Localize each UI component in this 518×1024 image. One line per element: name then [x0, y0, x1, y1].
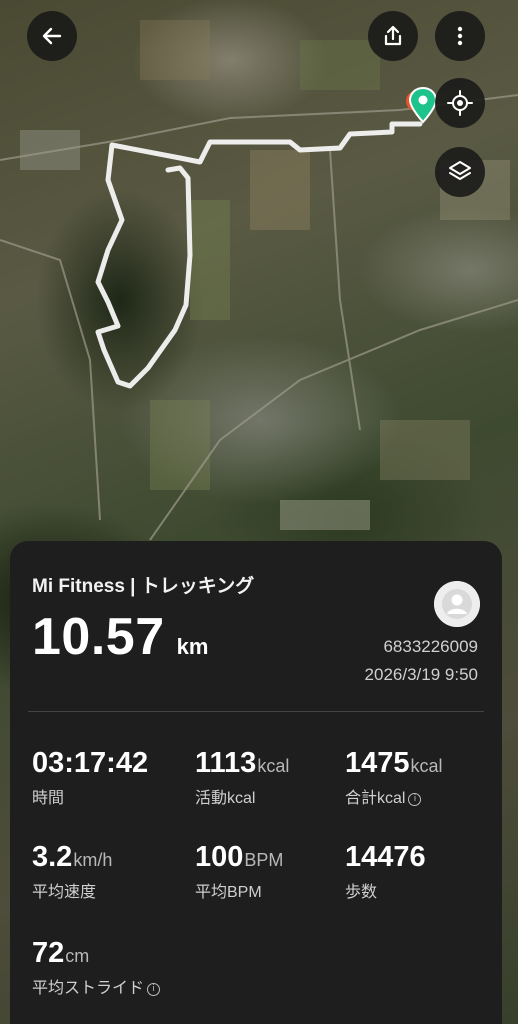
- share-icon: [384, 25, 402, 46]
- distance: 10.57 km: [32, 607, 208, 667]
- arrow-left-icon: [42, 27, 62, 45]
- layers-icon: [449, 161, 471, 180]
- stat-avg-stride: 72cm 平均ストライド i: [32, 937, 161, 998]
- stat-value: 72: [32, 937, 65, 969]
- distance-value: 10.57: [32, 608, 165, 666]
- stat-unit: cm: [65, 946, 90, 966]
- stat-label: 活動kcal: [195, 790, 256, 807]
- stat-label: 合計kcal: [345, 790, 406, 807]
- more-button[interactable]: [435, 11, 485, 61]
- stat-duration: 03:17:42 時間: [32, 747, 149, 808]
- crosshair-icon: [447, 90, 473, 116]
- user-avatar-icon: [434, 581, 480, 627]
- back-button[interactable]: [27, 11, 77, 61]
- stat-unit: kcal: [410, 756, 443, 776]
- stat-value: 14476: [345, 841, 426, 873]
- more-vertical-icon: [457, 26, 463, 46]
- workout-title: Mi Fitness | トレッキング: [32, 576, 255, 597]
- info-icon[interactable]: i: [147, 983, 161, 996]
- stat-label: 平均速度: [32, 884, 97, 901]
- location-pin-icon: [406, 86, 436, 124]
- stat-avg-speed: 3.2km/h 平均速度: [32, 841, 112, 902]
- stat-avg-bpm: 100BPM 平均BPM: [195, 841, 283, 902]
- workout-datetime: 2026/3/19 9:50: [364, 665, 478, 684]
- stat-value: 1475: [345, 747, 410, 779]
- user-id: 6833226009: [383, 637, 478, 656]
- divider: [28, 711, 484, 712]
- stat-label: 時間: [32, 790, 65, 807]
- distance-unit: km: [176, 634, 209, 659]
- stat-unit: km/h: [73, 850, 113, 870]
- info-icon[interactable]: i: [408, 793, 422, 806]
- stat-value: 03:17:42: [32, 747, 149, 779]
- stat-steps: 14476 歩数: [345, 841, 427, 902]
- layers-button[interactable]: [435, 147, 485, 197]
- stat-unit: BPM: [244, 850, 284, 870]
- avatar[interactable]: [434, 581, 480, 627]
- workout-summary-panel: Mi Fitness | トレッキング 10.57 km 6833226009 2…: [10, 541, 502, 1024]
- stat-total-kcal: 1475kcal 合計kcal i: [345, 747, 443, 808]
- stat-active-kcal: 1113kcal 活動kcal: [195, 747, 289, 808]
- share-button[interactable]: [368, 11, 418, 61]
- stat-label: 平均BPM: [195, 884, 262, 901]
- locate-button[interactable]: [435, 78, 485, 128]
- stat-value: 100: [195, 841, 244, 873]
- stat-label: 歩数: [345, 884, 378, 901]
- stat-label: 平均ストライド: [32, 980, 145, 997]
- stat-value: 1113: [195, 747, 257, 779]
- stat-unit: kcal: [257, 756, 290, 776]
- stat-value: 3.2: [32, 841, 73, 873]
